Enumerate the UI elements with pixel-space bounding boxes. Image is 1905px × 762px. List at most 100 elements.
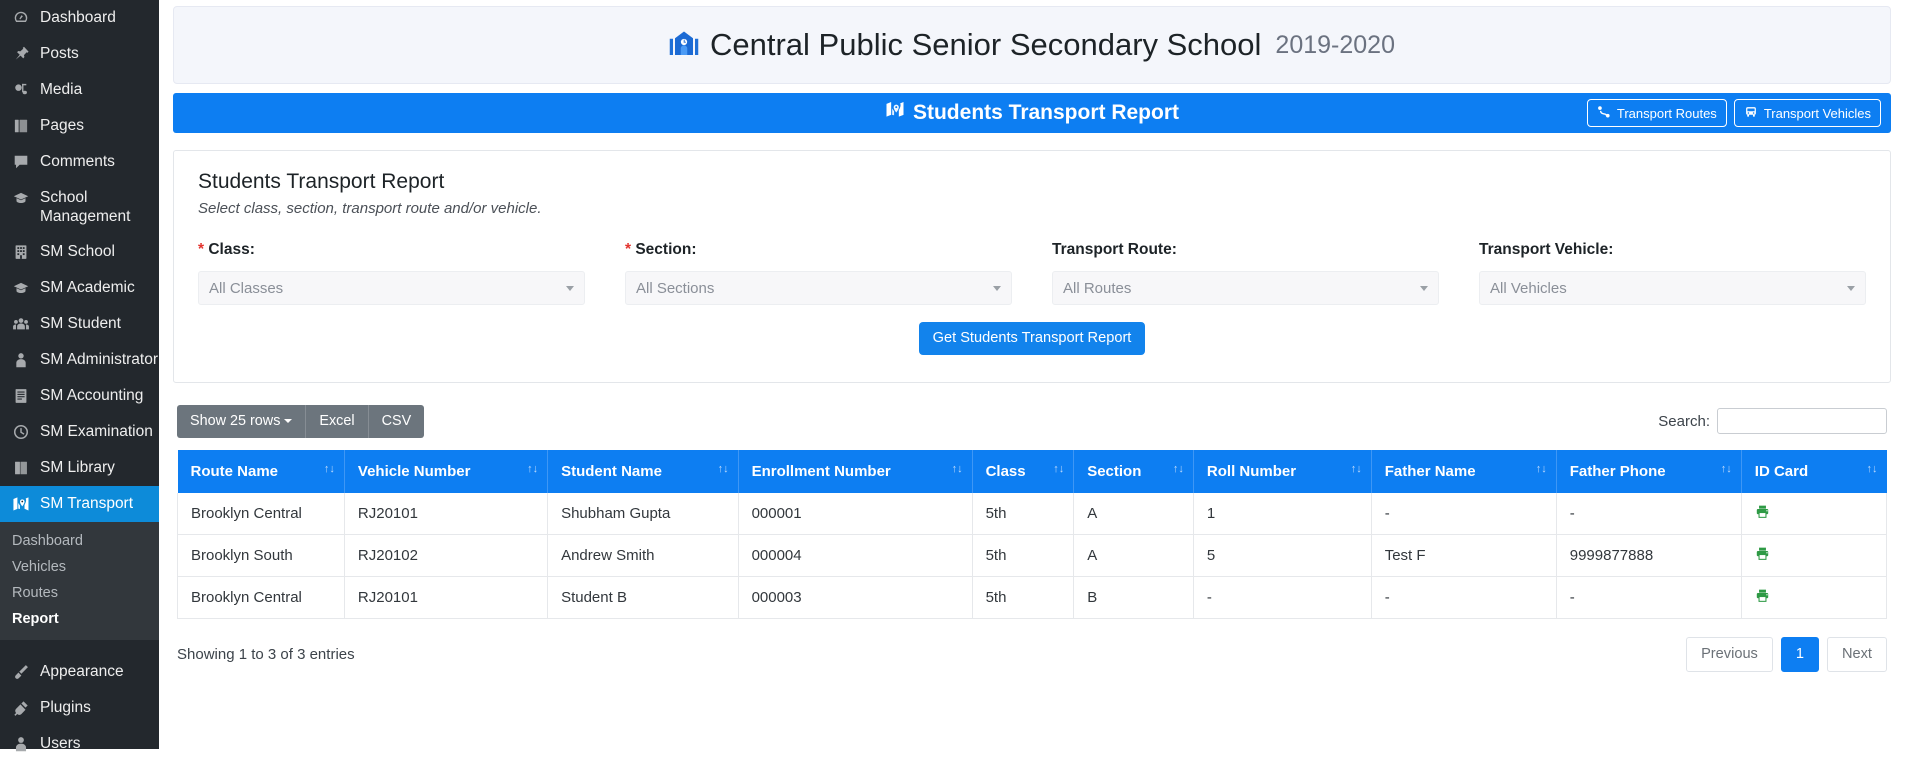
sidebar-item-dashboard[interactable]: Dashboard xyxy=(0,0,159,36)
filter-select-transport-vehicle[interactable]: All Vehicles xyxy=(1479,271,1866,305)
sidebar-subitem-dashboard[interactable]: Dashboard xyxy=(0,528,159,554)
sidebar-item-sm-accounting[interactable]: SM Accounting xyxy=(0,378,159,414)
column-header-roll-number[interactable]: Roll Number ↑↓ xyxy=(1193,449,1372,493)
cell-section: B xyxy=(1073,575,1194,619)
sidebar-item-appearance[interactable]: Appearance xyxy=(0,654,159,690)
pagination-previous-button[interactable]: Previous xyxy=(1686,636,1773,673)
table-row: Brooklyn Central RJ20101 Student B 000003 5t… xyxy=(177,575,1888,619)
sidebar-subitem-routes[interactable]: Routes xyxy=(0,580,159,606)
cell-vehicle-number: RJ20101 xyxy=(343,492,549,535)
column-header-student-name[interactable]: Student Name ↑↓ xyxy=(547,449,739,493)
sidebar-item-posts[interactable]: Posts xyxy=(0,36,159,72)
sidebar-item-label: School Management xyxy=(40,189,131,225)
filter-select-transport-route[interactable]: All Routes xyxy=(1052,271,1439,305)
comment-icon xyxy=(10,152,31,172)
sidebar-item-label: SM Academic xyxy=(40,279,135,297)
sidebar-item-comments[interactable]: Comments xyxy=(0,144,159,180)
filter-select-value: All Vehicles xyxy=(1490,279,1567,297)
print-icon[interactable] xyxy=(1755,546,1770,561)
print-icon[interactable] xyxy=(1755,588,1770,603)
sort-arrows-icon[interactable]: ↑↓ xyxy=(1867,464,1878,475)
filter-select-section[interactable]: All Sections xyxy=(625,271,1012,305)
column-header-route-name[interactable]: Route Name ↑↓ xyxy=(177,449,345,493)
sort-arrows-icon[interactable]: ↑↓ xyxy=(1536,464,1547,475)
sidebar-item-sm-student[interactable]: SM Student xyxy=(0,306,159,342)
sidebar-item-sm-library[interactable]: SM Library xyxy=(0,450,159,486)
cell-father-name: - xyxy=(1370,575,1557,619)
sidebar-item-label: SM Library xyxy=(40,459,115,477)
sidebar-subitem-vehicles[interactable]: Vehicles xyxy=(0,554,159,580)
column-header-section[interactable]: Section ↑↓ xyxy=(1073,449,1194,493)
filter-select-value: All Routes xyxy=(1063,279,1132,297)
search-input[interactable] xyxy=(1717,408,1887,435)
sidebar-item-sm-academic[interactable]: SM Academic xyxy=(0,270,159,306)
sidebar-item-sm-administrator[interactable]: SM Administrator xyxy=(0,342,159,378)
chevron-down-icon xyxy=(284,418,293,423)
sidebar-item-school-management[interactable]: School Management xyxy=(0,180,159,234)
filter-label-text: Transport Route: xyxy=(1052,241,1177,258)
sort-arrows-icon[interactable]: ↑↓ xyxy=(1173,464,1184,475)
user-tie-icon xyxy=(10,350,31,370)
required-asterisk: * xyxy=(625,241,636,258)
cell-section: A xyxy=(1073,533,1194,577)
pagination: Previous 1 Next xyxy=(1686,636,1887,673)
sidebar-item-users[interactable]: Users xyxy=(0,726,159,762)
sidebar-item-label: Comments xyxy=(40,153,115,170)
pagination-next-button[interactable]: Next xyxy=(1826,636,1887,673)
export-excel-button[interactable]: Excel xyxy=(306,404,369,438)
route-icon xyxy=(1597,105,1611,121)
column-header-label: Father Phone xyxy=(1569,462,1666,480)
get-students-transport-report-button[interactable]: Get Students Transport Report xyxy=(918,322,1146,355)
column-header-father-name[interactable]: Father Name ↑↓ xyxy=(1371,449,1557,493)
show-rows-dropdown-button[interactable]: Show 25 rows xyxy=(177,404,307,438)
column-header-id-card[interactable]: ID Card ↑↓ xyxy=(1741,449,1887,493)
sort-arrows-icon[interactable]: ↑↓ xyxy=(1721,464,1732,475)
column-header-label: Vehicle Number xyxy=(357,462,471,480)
print-icon[interactable] xyxy=(1755,504,1770,519)
sort-arrows-icon[interactable]: ↑↓ xyxy=(1351,464,1362,475)
sort-arrows-icon[interactable]: ↑↓ xyxy=(952,464,963,475)
transport-routes-button[interactable]: Transport Routes xyxy=(1586,99,1727,127)
cell-id-card xyxy=(1740,575,1888,619)
cell-vehicle-number: RJ20101 xyxy=(343,575,549,619)
column-header-enrollment-number[interactable]: Enrollment Number ↑↓ xyxy=(738,449,973,493)
column-header-label: ID Card xyxy=(1754,462,1809,480)
sidebar-item-sm-school[interactable]: SM School xyxy=(0,234,159,270)
filter-select-class[interactable]: All Classes xyxy=(198,271,585,305)
transport-vehicles-button[interactable]: Transport Vehicles xyxy=(1733,99,1881,127)
filter-card-heading: Students Transport Report xyxy=(198,170,445,193)
cell-father-phone: 9999877888 xyxy=(1555,533,1742,577)
sort-arrows-icon[interactable]: ↑↓ xyxy=(527,464,538,475)
column-header-vehicle-number[interactable]: Vehicle Number ↑↓ xyxy=(344,449,549,493)
cell-roll-number: - xyxy=(1192,575,1372,619)
sidebar-item-sm-transport[interactable]: SM Transport xyxy=(0,486,167,523)
show-rows-label: Show 25 rows xyxy=(190,412,281,429)
filter-select-value: All Classes xyxy=(209,279,284,297)
map-marked-icon xyxy=(10,494,31,514)
entries-info: Showing 1 to 3 of 3 entries xyxy=(177,646,355,664)
cell-enrollment-number: 000004 xyxy=(737,533,973,577)
cell-father-phone: - xyxy=(1555,575,1742,619)
sidebar-subitem-report[interactable]: Report xyxy=(0,606,159,632)
sidebar-item-pages[interactable]: Pages xyxy=(0,108,159,144)
sidebar-item-sm-examination[interactable]: SM Examination xyxy=(0,414,159,450)
column-header-label: Section xyxy=(1087,462,1142,480)
cell-route-name: Brooklyn South xyxy=(177,533,345,577)
cell-route-name: Brooklyn Central xyxy=(177,575,345,619)
cell-vehicle-number: RJ20102 xyxy=(343,533,549,577)
sort-arrows-icon[interactable]: ↑↓ xyxy=(1053,464,1064,475)
sort-arrows-icon[interactable]: ↑↓ xyxy=(324,464,335,475)
sidebar-item-media[interactable]: Media xyxy=(0,72,159,108)
sidebar-item-label: Plugins xyxy=(40,699,91,717)
column-header-class[interactable]: Class ↑↓ xyxy=(972,449,1075,493)
sidebar-item-plugins[interactable]: Plugins xyxy=(0,690,159,726)
export-csv-button[interactable]: CSV xyxy=(368,404,425,438)
column-header-father-phone[interactable]: Father Phone ↑↓ xyxy=(1556,449,1742,493)
sort-arrows-icon[interactable]: ↑↓ xyxy=(718,464,729,475)
pagination-page-1-button[interactable]: 1 xyxy=(1780,636,1819,673)
sidebar-item-label: SM Administrator xyxy=(40,351,159,369)
school-name-text: Central Public Senior Secondary School xyxy=(710,27,1262,62)
table-search: Search: xyxy=(1658,408,1887,435)
table-footer: Showing 1 to 3 of 3 entries Previous 1 N… xyxy=(177,636,1887,673)
filter-group-transport-vehicle: Transport Vehicle: All Vehicles xyxy=(1479,241,1866,305)
